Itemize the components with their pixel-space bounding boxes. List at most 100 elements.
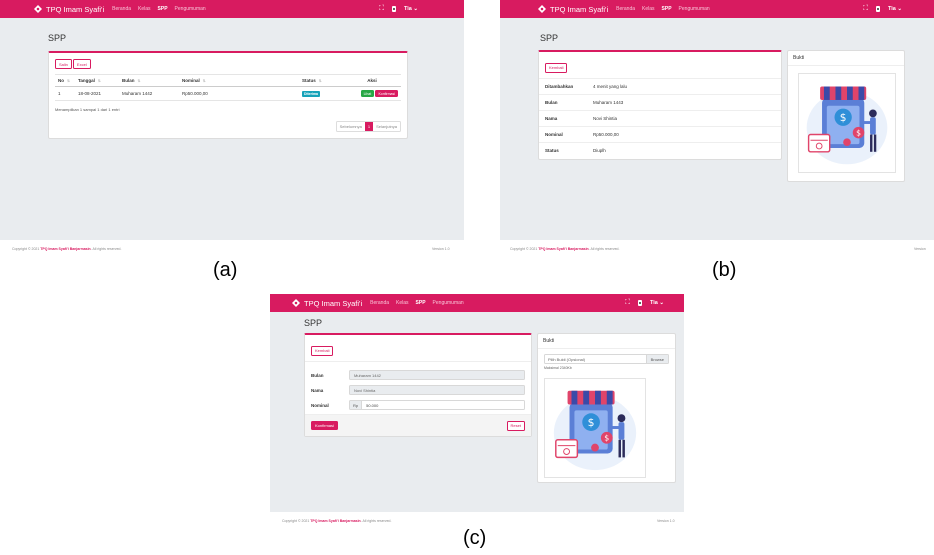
payment-illustration [805, 85, 889, 165]
browse-button[interactable]: Browse [645, 355, 668, 363]
cell-aksi: Lihat Konfirmasi [343, 86, 401, 101]
file-hint: Maksimal 2340Kb [544, 366, 572, 370]
fullscreen-icon[interactable]: ⛶ [379, 5, 384, 13]
col-bulan[interactable]: Bulan ⇅ [119, 74, 179, 87]
version-b: Version [914, 247, 926, 251]
col-no[interactable]: No ⇅ [55, 74, 75, 87]
detail-row-bulan: Bulan Muharam 1443 [539, 95, 781, 111]
nama-label: Nama [311, 387, 324, 393]
nav-pengumuman[interactable]: Pengumuman [679, 6, 710, 12]
detail-row-nominal: Nominal Rp50.000,00 [539, 127, 781, 143]
table-row: 1 18-08-2021 Muharam 1442 Rp50.000,00 Di… [55, 86, 401, 101]
back-button[interactable]: Kembali [545, 62, 568, 73]
copy-button[interactable]: Salin [55, 59, 72, 69]
brand-name: TPQ Imam Syafi'i [304, 298, 363, 308]
user-menu[interactable]: Tia ⌄ [888, 6, 902, 12]
file-placeholder: Pilih Bukti (Opsional) [548, 357, 586, 362]
confirm-button[interactable]: Konfirmasi [375, 90, 398, 97]
user-name: Tia [888, 6, 896, 12]
detail-row-ditambahkan: Ditambahkan 4 menit yang lalu [539, 79, 781, 95]
phone-icon[interactable] [392, 6, 396, 12]
brand[interactable]: TPQ Imam Syafi'i [292, 299, 362, 308]
nav-kelas[interactable]: Kelas [138, 6, 151, 12]
nav-beranda[interactable]: Beranda [370, 300, 389, 306]
view-button[interactable]: Lihat [360, 90, 375, 97]
screenshot-panel-b: TPQ Imam Syafi'i Beranda Kelas SPP Pengu… [500, 0, 934, 240]
cell-bulan: Muharam 1442 [119, 86, 179, 101]
col-nominal[interactable]: Nominal ⇅ [179, 74, 299, 87]
col-status[interactable]: Status ⇅ [299, 74, 343, 87]
version-c: Version 1.0 [657, 519, 675, 523]
footer-link[interactable]: TPQ Imam Syafi'i Banjarmasin [310, 519, 360, 523]
back-button[interactable]: Kembali [311, 345, 334, 356]
excel-button[interactable]: Excel [72, 59, 91, 69]
payment-illustration [553, 390, 637, 471]
nav-spp[interactable]: SPP [158, 6, 168, 12]
footer-link[interactable]: TPQ Imam Syafi'i Banjarmasin [40, 247, 90, 251]
bulan-label: Bulan [311, 372, 324, 378]
chevron-down-icon: ⌄ [897, 6, 902, 12]
brand-name: TPQ Imam Syafi'i [550, 4, 609, 14]
top-navbar: TPQ Imam Syafi'i Beranda Kelas SPP Pengu… [0, 0, 464, 18]
nav-kelas[interactable]: Kelas [642, 6, 655, 12]
bukti-file-input[interactable]: Pilih Bukti (Opsional) Browse [544, 354, 669, 364]
bukti-card: Bukti [787, 50, 905, 182]
currency-prefix: Rp [350, 401, 363, 409]
nav-pengumuman[interactable]: Pengumuman [175, 6, 206, 12]
detail-row-nama: Nama Novi Shintia [539, 111, 781, 127]
nav-beranda[interactable]: Beranda [616, 6, 635, 12]
page-title: SPP [540, 33, 559, 43]
bukti-image-frame [798, 73, 896, 173]
user-name: Tia [650, 300, 658, 306]
phone-icon[interactable] [638, 300, 642, 306]
footer-link[interactable]: TPQ Imam Syafi'i Banjarmasin [538, 247, 588, 251]
reset-button[interactable]: Reset [506, 420, 525, 431]
form-row-bulan: Bulan Muharam 1442 [311, 370, 525, 380]
spp-table: No ⇅ Tanggal ⇅ Bulan ⇅ Nominal ⇅ Status ⇅ Aks… [55, 74, 401, 101]
col-tanggal[interactable]: Tanggal ⇅ [75, 74, 119, 87]
nominal-label: Nominal [311, 402, 329, 408]
brand[interactable]: TPQ Imam Syafi'i [34, 5, 104, 14]
confirm-button[interactable]: Konfirmasi [311, 421, 338, 430]
nav-spp[interactable]: SPP [416, 300, 426, 306]
next-page-button[interactable]: Selanjutnya [373, 122, 400, 131]
footer-a: Copyright © 2021 TPQ Imam Syafi'i Banjar… [12, 247, 122, 251]
status-badge: Diterima [302, 90, 321, 97]
version-a: Version 1.0 [432, 247, 450, 251]
bukti-upload-card: Bukti Pilih Bukti (Opsional) Browse Maks… [537, 333, 676, 483]
col-aksi: Aksi [343, 74, 401, 87]
chevron-down-icon: ⌄ [659, 300, 664, 306]
bukti-title: Bukti [538, 334, 675, 349]
footer-b: Copyright © 2021 TPQ Imam Syafi'i Banjar… [510, 247, 620, 251]
user-name: Tia [404, 6, 412, 12]
user-menu[interactable]: Tia ⌄ [650, 300, 664, 306]
fullscreen-icon[interactable]: ⛶ [863, 5, 868, 13]
prev-page-button[interactable]: Sebelumnya [337, 122, 365, 131]
chevron-down-icon: ⌄ [413, 6, 418, 12]
brand[interactable]: TPQ Imam Syafi'i [538, 5, 608, 14]
nav-beranda[interactable]: Beranda [112, 6, 131, 12]
form-row-nama: Nama Novi Shintia [311, 385, 525, 395]
detail-row-status: Status Diuplh [545, 148, 606, 153]
brand-name: TPQ Imam Syafi'i [46, 4, 105, 14]
nominal-value[interactable]: 50.000 [362, 401, 382, 409]
nominal-field[interactable]: Rp 50.000 [349, 400, 525, 410]
footer-c: Copyright © 2021 TPQ Imam Syafi'i Banjar… [282, 519, 392, 523]
nav-kelas[interactable]: Kelas [396, 300, 409, 306]
nav-pengumuman[interactable]: Pengumuman [433, 300, 464, 306]
detail-card: Kembali Ditambahkan 4 menit yang lalu Bul… [538, 50, 782, 160]
form-row-nominal: Nominal Rp 50.000 [311, 400, 525, 410]
caption-b: (b) [712, 259, 737, 281]
user-menu[interactable]: Tia ⌄ [404, 6, 418, 12]
sort-icon: ⇅ [318, 79, 322, 83]
page-1-button[interactable]: 1 [364, 122, 374, 131]
cell-tanggal: 18-08-2021 [75, 86, 119, 101]
logo-icon [34, 5, 42, 13]
bukti-title: Bukti [788, 51, 904, 66]
nav-spp[interactable]: SPP [662, 6, 672, 12]
page-title: SPP [48, 33, 67, 43]
fullscreen-icon[interactable]: ⛶ [625, 299, 630, 307]
bukti-preview-frame [544, 378, 646, 478]
phone-icon[interactable] [876, 6, 880, 12]
cell-nominal: Rp50.000,00 [179, 86, 299, 101]
